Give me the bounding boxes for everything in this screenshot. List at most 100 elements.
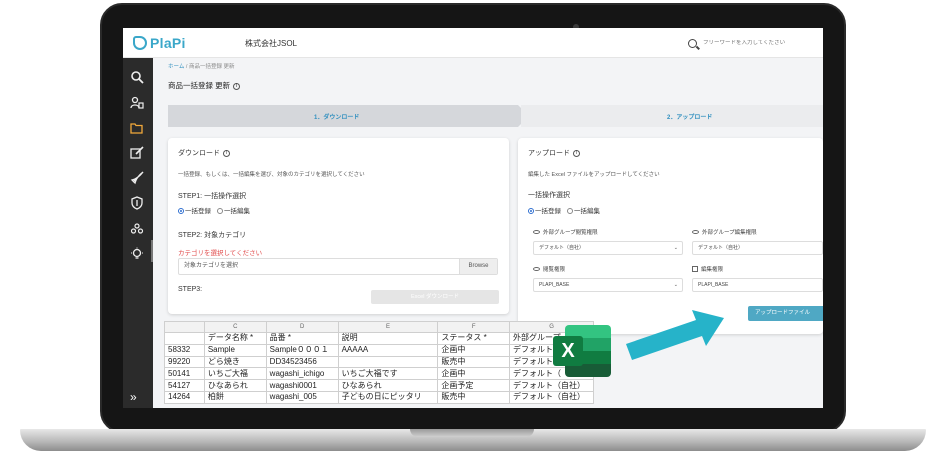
- users-icon[interactable]: [129, 96, 145, 112]
- table-cell[interactable]: Sample０００１: [265, 343, 339, 357]
- edit-permission-select[interactable]: PLAPI_BASE: [692, 278, 823, 292]
- table-cell[interactable]: ひなあられ: [203, 379, 267, 392]
- upload-description: 編集した Excel ファイルをアップロードしてください: [528, 172, 660, 178]
- operation-radio-group: 一括登録 一括編集: [178, 205, 250, 215]
- info-icon[interactable]: i: [572, 149, 580, 157]
- edit-permission: 編集権限 PLAPI_BASE: [692, 265, 823, 292]
- excel-icon-letter: X: [553, 336, 583, 366]
- folder-icon[interactable]: [129, 121, 145, 137]
- upload-op-label: 一括操作選択: [528, 192, 570, 199]
- step-upload[interactable]: 2．アップロード: [521, 105, 823, 127]
- table-row: 54127 ひなあられ wagashi0001 ひなあられ 企画予定 デフォルト（自社）: [164, 379, 594, 392]
- table-cell[interactable]: DD34523456: [265, 355, 339, 369]
- table-cell[interactable]: 子どもの日にピッタリ: [337, 390, 439, 404]
- sidebar-expand-icon[interactable]: »: [130, 390, 137, 404]
- search-icon[interactable]: [129, 70, 145, 86]
- excel-download-button[interactable]: Excel ダウンロード: [371, 290, 499, 304]
- eye-icon: [692, 230, 699, 234]
- table-cell[interactable]: D: [265, 321, 339, 333]
- table-cell[interactable]: 企画中: [437, 367, 511, 381]
- table-cell[interactable]: 販売中: [437, 390, 511, 404]
- step-download[interactable]: 1．ダウンロード: [168, 105, 529, 127]
- view-permission-label-text: 閲覧権限: [543, 267, 566, 273]
- edit-permission-value: PLAPI_BASE: [698, 282, 729, 288]
- chevron-down-icon: ⌄: [673, 282, 678, 288]
- table-cell[interactable]: どら焼き: [203, 355, 267, 369]
- table-cell[interactable]: 99220: [164, 355, 205, 369]
- table-cell[interactable]: 企画中: [437, 343, 511, 357]
- chevron-down-icon: ⌄: [673, 245, 678, 251]
- table-cell[interactable]: 品番 *: [265, 332, 339, 345]
- step3-label: STEP3:: [178, 286, 203, 293]
- search-icon[interactable]: [688, 38, 697, 48]
- radio-edit[interactable]: 一括編集: [217, 205, 250, 215]
- table-cell[interactable]: 14264: [164, 390, 205, 404]
- table-cell[interactable]: wagashi_ichigo: [265, 367, 339, 381]
- edit-icon[interactable]: [129, 146, 145, 162]
- table-cell[interactable]: いちご大福です: [337, 367, 439, 381]
- table-cell[interactable]: F: [437, 321, 511, 333]
- bulb-icon[interactable]: [129, 247, 145, 263]
- download-description: 一括登録、もしくは、一括編集を選び、対象のカテゴリを選択してください: [178, 172, 365, 178]
- view-permission-select[interactable]: PLAPI_BASE ⌄: [533, 278, 683, 292]
- logo-icon: [133, 36, 147, 50]
- table-cell[interactable]: ステータス *: [437, 332, 511, 345]
- table-cell[interactable]: デフォルト（自社）: [509, 390, 594, 404]
- browse-button[interactable]: Browse: [459, 259, 497, 274]
- table-cell[interactable]: AAAAA: [337, 343, 439, 357]
- table-cell[interactable]: E: [337, 321, 439, 333]
- table-cell[interactable]: [164, 332, 205, 345]
- table-cell[interactable]: Sample: [203, 343, 267, 357]
- search-box[interactable]: [688, 34, 823, 52]
- table-cell[interactable]: 58332: [164, 343, 205, 357]
- breadcrumb-current: 商品一括登録 更新: [188, 64, 235, 70]
- table-cell[interactable]: 説明: [337, 332, 439, 345]
- external-view-select[interactable]: デフォルト（自社） ⌄: [533, 241, 683, 255]
- step-indicator: 1．ダウンロード 2．アップロード: [168, 105, 823, 127]
- upload-radio-register[interactable]: 一括登録: [528, 205, 561, 215]
- radio-register[interactable]: 一括登録: [178, 205, 211, 215]
- external-edit-select[interactable]: デフォルト（自社）: [692, 241, 823, 255]
- shield-icon[interactable]: [129, 196, 145, 212]
- breadcrumb-home[interactable]: ホーム: [168, 64, 184, 70]
- table-cell[interactable]: デフォルト（自社）: [509, 379, 594, 392]
- edit-permission-label: 編集権限: [692, 265, 823, 273]
- step2-label: STEP2: 対象カテゴリ: [178, 232, 247, 239]
- info-icon[interactable]: i: [233, 82, 241, 90]
- breadcrumb-separator: /: [185, 64, 188, 70]
- radio-register-label: 一括登録: [185, 208, 211, 215]
- table-cell[interactable]: wagashi0001: [265, 379, 339, 392]
- radio-on-icon[interactable]: [178, 208, 184, 215]
- info-icon[interactable]: i: [222, 149, 230, 157]
- rocket-icon[interactable]: [129, 171, 145, 187]
- radio-on-icon[interactable]: [528, 208, 534, 215]
- table-cell[interactable]: 販売中: [437, 355, 511, 369]
- upload-radio-edit[interactable]: 一括編集: [567, 205, 600, 215]
- radio-off-icon[interactable]: [567, 208, 573, 215]
- table-cell[interactable]: データ名称 *: [203, 332, 267, 345]
- table-cell[interactable]: [337, 355, 439, 369]
- upload-file-button[interactable]: アップロードファイル: [748, 306, 823, 321]
- radio-off-icon[interactable]: [217, 208, 223, 215]
- page-title-text: 商品一括登録 更新: [168, 81, 231, 90]
- arrow-icon: [626, 310, 724, 360]
- table-cell[interactable]: いちご大福: [203, 367, 267, 381]
- table-cell[interactable]: 柏餅: [203, 390, 267, 404]
- table-cell[interactable]: 50141: [164, 367, 205, 381]
- upload-title-text: アップロード: [528, 150, 570, 157]
- table-cell[interactable]: 54127: [164, 379, 205, 392]
- table-cell[interactable]: wagashi_005: [265, 390, 339, 404]
- table-cell[interactable]: C: [203, 321, 267, 333]
- category-input[interactable]: 対象カテゴリを選択: [179, 259, 459, 274]
- table-cell[interactable]: ひなあられ: [337, 379, 439, 392]
- category-picker[interactable]: 対象カテゴリを選択 Browse: [178, 258, 498, 275]
- logo[interactable]: PlaPi: [133, 35, 186, 51]
- download-panel-title: ダウンロード i: [178, 148, 230, 158]
- table-cell[interactable]: 企画予定: [437, 379, 511, 392]
- eye-icon: [533, 230, 540, 234]
- table-row: 99220 どら焼き DD34523456 販売中 デフォルト: [164, 355, 594, 369]
- table-cell[interactable]: [164, 321, 205, 333]
- external-edit-value: デフォルト（自社）: [698, 245, 744, 251]
- team-icon[interactable]: [129, 222, 145, 238]
- search-input[interactable]: [703, 40, 813, 46]
